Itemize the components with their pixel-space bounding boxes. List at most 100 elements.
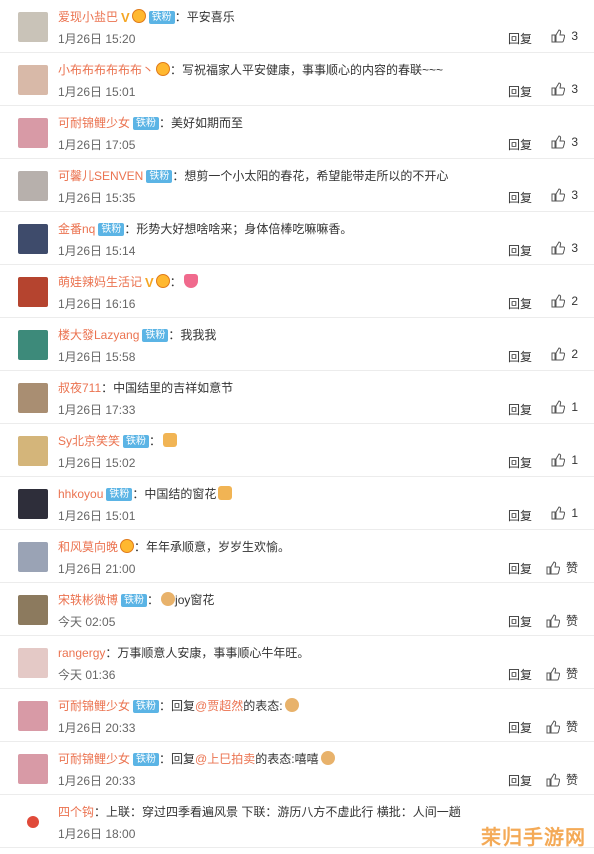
dog-emoji-icon — [161, 592, 176, 606]
username-link[interactable]: 楼大發Lazyang — [58, 328, 139, 342]
like-button[interactable]: 赞 — [546, 665, 578, 682]
fan-medal-icon — [131, 9, 146, 23]
username-link[interactable]: 小布布布布布布丶 — [58, 63, 154, 77]
comment-time: 今天 01:36 — [58, 668, 116, 682]
comment-time: 1月26日 16:16 — [58, 297, 136, 311]
reply-button[interactable]: 回复 — [508, 30, 532, 47]
reply-button[interactable]: 回复 — [508, 348, 532, 365]
heart-emoji-icon — [183, 274, 198, 288]
username-link[interactable]: rangergy — [58, 646, 105, 660]
like-count: 3 — [571, 29, 578, 43]
username-link[interactable]: 可馨儿SENVEN — [58, 169, 143, 183]
like-button[interactable]: 赞 — [546, 612, 578, 629]
avatar[interactable] — [18, 224, 48, 254]
reply-button[interactable]: 回复 — [508, 666, 532, 683]
comment-row: Sy北京笑笑 铁粉： 1月26日 15:02 回复 1 — [0, 424, 594, 477]
reply-button[interactable]: 回复 — [508, 719, 532, 736]
reply-button[interactable]: 回复 — [508, 295, 532, 312]
comment-row: 爱现小盐巴 V 铁粉 ：平安喜乐 1月26日 15:20 回复 3 — [0, 0, 594, 53]
comment-text: 美好如期而至 — [171, 116, 244, 130]
fan-badge: 铁粉 — [106, 488, 133, 501]
comment-text: 形势大好想啥啥来；身体倍棒吃嘛嘛香。 — [136, 222, 353, 236]
avatar[interactable] — [18, 489, 48, 519]
avatar[interactable] — [18, 542, 48, 572]
like-button[interactable]: 3 — [551, 135, 578, 149]
username-link[interactable]: 可耐锦鲤少女 — [58, 752, 130, 766]
avatar[interactable] — [18, 701, 48, 731]
comment-row: 宋轶彬微博 铁粉： joy窗花 今天 02:05 回复 赞 — [0, 583, 594, 636]
username-link[interactable]: 可耐锦鲤少女 — [58, 699, 130, 713]
username-link[interactable]: 叔夜711 — [58, 381, 101, 395]
username-link[interactable]: 宋轶彬微博 — [58, 593, 118, 607]
comment-time: 今天 02:05 — [58, 615, 116, 629]
reply-button[interactable]: 回复 — [508, 189, 532, 206]
reply-button[interactable]: 回复 — [508, 401, 532, 418]
colon-separator: ： — [147, 593, 160, 607]
like-button[interactable]: 赞 — [546, 718, 578, 735]
like-button[interactable]: 1 — [551, 506, 578, 520]
avatar[interactable] — [18, 383, 48, 413]
reply-button[interactable]: 回复 — [508, 613, 532, 630]
mention-link[interactable]: @上巳拍卖 — [195, 752, 255, 766]
reply-button[interactable]: 回复 — [508, 507, 532, 524]
comment-row: 可耐锦鲤少女 铁粉 ：回复@上巳拍卖的表态:嘻嘻 1月26日 20:33 回复赞 — [0, 742, 594, 795]
colon-separator: ： — [159, 116, 172, 130]
avatar[interactable] — [18, 118, 48, 148]
like-button[interactable]: 赞 — [546, 771, 578, 788]
mention-link[interactable]: @贾超然 — [195, 699, 243, 713]
username-link[interactable]: 爱现小盐巴 — [58, 10, 118, 24]
thumbs-up-icon — [551, 453, 566, 467]
like-button[interactable]: 2 — [551, 347, 578, 361]
like-button[interactable]: 3 — [551, 82, 578, 96]
avatar[interactable] — [18, 754, 48, 784]
avatar[interactable] — [18, 648, 48, 678]
like-count: 3 — [571, 188, 578, 202]
like-button[interactable]: 赞 — [546, 559, 578, 576]
comment-time: 1月26日 17:05 — [58, 138, 136, 152]
username-link[interactable]: 和风莫向晚 — [58, 540, 118, 554]
like-count: 赞 — [565, 667, 578, 681]
avatar[interactable] — [18, 330, 48, 360]
like-button[interactable]: 3 — [551, 188, 578, 202]
comment-line: 和风莫向晚 ：年年承顺意，岁岁生欢愉。 — [58, 539, 290, 555]
comment-time: 1月26日 15:01 — [58, 85, 136, 99]
fan-medal-icon — [120, 539, 135, 553]
reply-button[interactable]: 回复 — [508, 454, 532, 471]
reply-button[interactable]: 回复 — [508, 242, 532, 259]
comment-tail-text: 的表态: — [243, 699, 283, 713]
thumbs-up-icon — [546, 666, 561, 681]
like-button[interactable]: 1 — [551, 400, 578, 414]
comment-time: 1月26日 15:35 — [58, 191, 136, 205]
comment-line: rangergy：万事顺意人安康，事事顺心牛年旺。 — [58, 645, 309, 661]
like-button[interactable]: 3 — [551, 29, 578, 43]
comment-text: 上联：穿过四季看遍风景 下联：游历八方不虚此行 横批：人间一趟 — [106, 805, 461, 819]
username-link[interactable]: Sy北京笑笑 — [58, 434, 120, 448]
reply-button[interactable]: 回复 — [508, 772, 532, 789]
avatar[interactable] — [18, 65, 48, 95]
like-button[interactable]: 2 — [551, 294, 578, 308]
avatar[interactable] — [18, 12, 48, 42]
comment-text: 年年承顺意，岁岁生欢愉。 — [146, 540, 291, 554]
bread-emoji-icon — [218, 486, 233, 500]
reply-button[interactable]: 回复 — [508, 83, 532, 100]
thumbs-up-icon — [546, 560, 561, 575]
avatar[interactable] — [18, 277, 48, 307]
like-count: 2 — [571, 294, 578, 308]
username-link[interactable]: hhkoyou — [58, 487, 103, 501]
reply-button[interactable]: 回复 — [508, 136, 532, 153]
username-link[interactable]: 萌娃辣妈生活记 — [58, 275, 142, 289]
avatar[interactable] — [18, 171, 48, 201]
username-link[interactable]: 四个钩 — [58, 805, 94, 819]
comment-text: 回复 — [171, 699, 196, 713]
avatar[interactable] — [18, 436, 48, 466]
avatar[interactable] — [18, 807, 48, 837]
like-count: 赞 — [565, 561, 578, 575]
username-link[interactable]: 金番nq — [58, 222, 95, 236]
comment-row: 和风莫向晚 ：年年承顺意，岁岁生欢愉。 1月26日 21:00 回复 赞 — [0, 530, 594, 583]
username-link[interactable]: 可耐锦鲤少女 — [58, 116, 130, 130]
like-button[interactable]: 1 — [551, 453, 578, 467]
colon-separator: ： — [94, 805, 107, 819]
avatar[interactable] — [18, 595, 48, 625]
reply-button[interactable]: 回复 — [508, 560, 532, 577]
like-button[interactable]: 3 — [551, 241, 578, 255]
